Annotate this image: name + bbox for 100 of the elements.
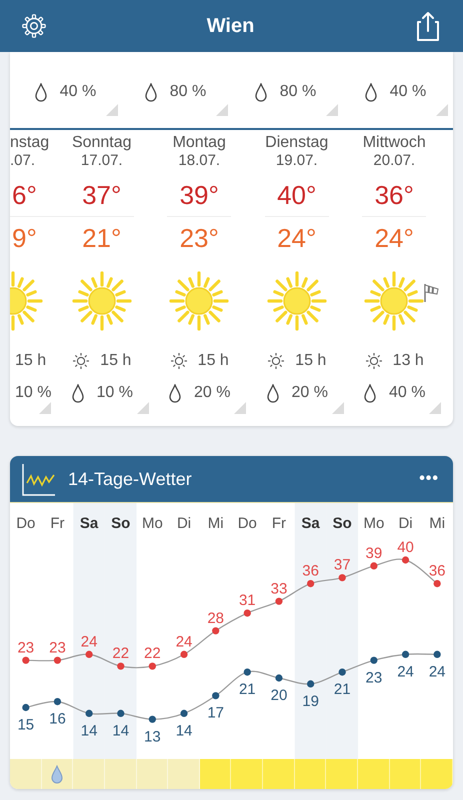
data-point xyxy=(275,598,283,605)
sunshine-hours: 15 h xyxy=(198,351,229,371)
data-label: 36 xyxy=(428,562,446,580)
day-name: Montag xyxy=(172,134,226,152)
rain-chance: 40 % xyxy=(60,82,96,102)
corner-mark-icon xyxy=(332,402,344,414)
day-label: Mi xyxy=(429,515,446,532)
data-label: 24 xyxy=(397,663,414,680)
data-point xyxy=(117,662,124,670)
rain-chance: 10 % xyxy=(15,383,52,403)
high-temperature: 37° xyxy=(82,180,122,210)
data-point xyxy=(338,668,346,676)
card-title: 14-Tage-Wetter xyxy=(68,468,193,491)
data-label: 23 xyxy=(366,669,382,686)
rain-chance: 10 % xyxy=(96,383,133,403)
data-label: 31 xyxy=(238,592,256,610)
data-point xyxy=(307,680,314,688)
day-label: Do xyxy=(238,515,257,532)
data-point xyxy=(86,650,93,658)
low-temperature: 21° xyxy=(82,223,122,253)
rain-chance: 20 % xyxy=(194,383,230,403)
data-point xyxy=(180,650,188,658)
corner-mark-icon xyxy=(106,104,118,116)
date: 17.07. xyxy=(80,152,123,170)
data-label: 36 xyxy=(302,562,319,580)
data-label: 28 xyxy=(207,610,224,627)
data-point xyxy=(434,580,441,588)
data-label: 15 xyxy=(17,716,34,734)
data-label: 16 xyxy=(49,710,66,728)
low-temperature: 23° xyxy=(180,223,219,253)
data-label: 22 xyxy=(112,645,130,662)
high-temperature: 39° xyxy=(180,180,219,210)
raindrop-icon xyxy=(363,384,378,402)
high-temperature: 6° xyxy=(11,180,37,210)
data-point xyxy=(22,656,30,664)
data-label: 14 xyxy=(80,722,98,740)
data-point xyxy=(338,574,346,582)
rain-chance: 20 % xyxy=(292,383,328,403)
raindrop-icon xyxy=(254,82,268,102)
sun-icon xyxy=(72,271,132,331)
data-label: 22 xyxy=(144,645,161,662)
low-temperature: 9° xyxy=(11,223,37,253)
sun-icon xyxy=(169,271,230,331)
day-label: Di xyxy=(398,515,413,532)
data-point xyxy=(22,704,30,712)
data-label: 20 xyxy=(270,687,288,704)
date: 19.07. xyxy=(276,152,318,170)
sun-icon xyxy=(170,352,188,370)
day-label: Do xyxy=(16,515,36,532)
day-label: Mo xyxy=(142,515,163,532)
data-label: 14 xyxy=(176,722,192,740)
sun-icon xyxy=(364,271,424,331)
data-point xyxy=(54,698,62,706)
data-label: 39 xyxy=(366,544,382,562)
rain-chance: 80 % xyxy=(170,82,206,102)
date: 18.07. xyxy=(178,152,220,170)
date: .07. xyxy=(10,152,36,170)
settings-icon[interactable] xyxy=(22,14,46,38)
data-label: 24 xyxy=(428,663,446,680)
low-temperature: 24° xyxy=(277,223,316,253)
data-label: 24 xyxy=(176,633,192,650)
day-label: Fr xyxy=(50,515,65,532)
day-name: nstag xyxy=(10,134,50,152)
date: 20.07. xyxy=(373,152,416,170)
data-label: 14 xyxy=(112,722,130,740)
day-label: Sa xyxy=(80,515,98,532)
windsock-icon xyxy=(423,282,439,303)
app-title: Wien xyxy=(206,14,254,39)
raindrop-icon xyxy=(266,384,280,402)
day-label: So xyxy=(332,515,352,532)
day-name: Sonntag xyxy=(72,134,132,152)
data-label: 40 xyxy=(397,539,414,556)
data-label: 21 xyxy=(238,681,256,698)
sunshine-hours: 15 h xyxy=(295,351,326,371)
raindrop-icon xyxy=(168,384,182,402)
data-point xyxy=(180,710,188,717)
high-temperature: 36° xyxy=(374,180,414,210)
more-button[interactable]: ••• xyxy=(419,467,441,491)
day-label: Sa xyxy=(301,515,320,532)
data-point xyxy=(244,668,251,676)
day-name: Mittwoch xyxy=(362,134,426,152)
corner-mark-icon xyxy=(136,402,148,414)
raindrop-icon xyxy=(50,764,63,784)
low-temperature: 24° xyxy=(374,223,414,253)
data-point xyxy=(54,656,62,664)
data-point xyxy=(275,674,283,682)
data-label: 33 xyxy=(270,580,288,598)
data-label: 19 xyxy=(302,692,319,710)
chart-icon xyxy=(22,462,56,496)
sun-icon xyxy=(266,271,327,331)
data-label: 23 xyxy=(17,639,34,656)
data-point xyxy=(148,716,156,723)
raindrop-icon xyxy=(34,82,48,102)
share-icon[interactable] xyxy=(414,10,441,42)
data-point xyxy=(212,627,220,634)
rain-chance: 40 % xyxy=(390,82,426,102)
corner-mark-icon xyxy=(234,402,246,414)
corner-mark-icon xyxy=(216,104,228,116)
corner-mark-icon xyxy=(326,104,338,116)
corner-mark-icon xyxy=(436,104,448,116)
